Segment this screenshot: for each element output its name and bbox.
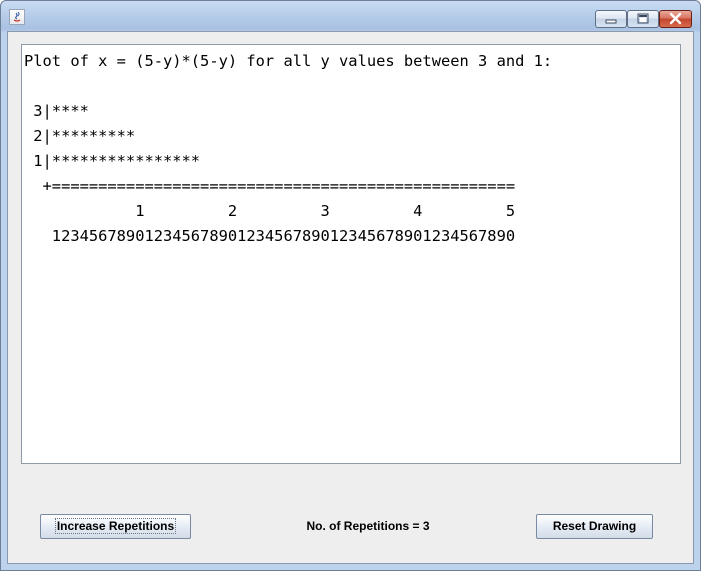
close-icon	[669, 12, 682, 25]
repetitions-status: No. of Repetitions = 3	[306, 519, 430, 533]
app-window: Plot of x = (5-y)*(5-y) for all y values…	[0, 0, 701, 571]
content-pane: Plot of x = (5-y)*(5-y) for all y values…	[7, 31, 694, 564]
plot-row-2: 2|*********	[24, 127, 136, 145]
plot-axis-units: 1234567890123456789012345678901234567890…	[24, 227, 516, 245]
plot-output: Plot of x = (5-y)*(5-y) for all y values…	[24, 49, 552, 249]
maximize-icon	[637, 13, 649, 24]
reset-drawing-button[interactable]: Reset Drawing	[536, 514, 653, 539]
maximize-button[interactable]	[627, 10, 659, 28]
close-button[interactable]	[659, 10, 692, 28]
minimize-button[interactable]	[595, 10, 627, 28]
plot-text-area[interactable]: Plot of x = (5-y)*(5-y) for all y values…	[21, 44, 681, 464]
minimize-icon	[605, 19, 617, 24]
plot-row-1: 1|****************	[24, 152, 201, 170]
plot-axis-tens: 1 2 3 4 5	[24, 202, 516, 220]
plot-row-3: 3|****	[24, 102, 89, 120]
plot-heading: Plot of x = (5-y)*(5-y) for all y values…	[24, 52, 553, 70]
increase-repetitions-label: Increase Repetitions	[54, 518, 177, 534]
plot-axis: +=======================================…	[24, 177, 516, 195]
title-bar[interactable]	[1, 1, 700, 31]
java-app-icon[interactable]	[9, 9, 25, 25]
increase-repetitions-button[interactable]: Increase Repetitions	[40, 514, 191, 539]
